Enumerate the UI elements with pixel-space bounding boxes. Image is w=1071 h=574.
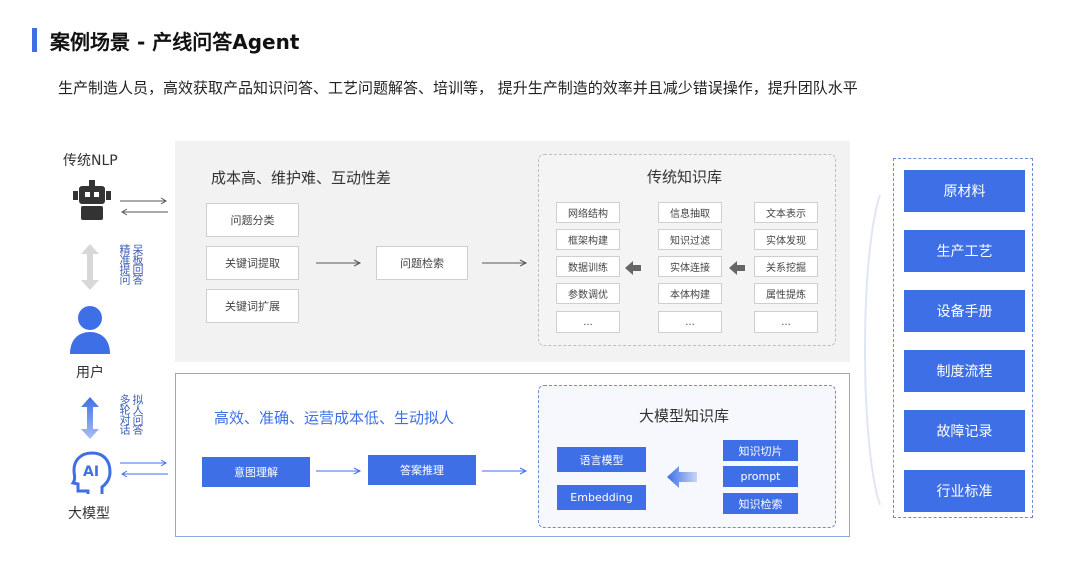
title-accent-bar (32, 28, 37, 52)
kb-item: 实体发现 (754, 229, 818, 250)
traditional-heading: 成本高、维护难、互动性差 (211, 169, 392, 187)
data-sources-panel (893, 158, 1033, 518)
lower-note-2: 多轮对话 (118, 394, 131, 434)
kb-item: 属性提炼 (754, 283, 818, 304)
source-fault-records: 故障记录 (904, 410, 1025, 452)
kb-item: 信息抽取 (658, 202, 722, 223)
kb-item: ... (658, 311, 722, 333)
knowledge-retrieval-box: 知识检索 (723, 493, 798, 514)
step-question-classify: 问题分类 (206, 203, 299, 237)
user-label: 用户 (76, 365, 104, 381)
source-policy-process: 制度流程 (904, 350, 1025, 392)
gray-double-arrow (81, 244, 99, 290)
step-keyword-extract: 关键词提取 (206, 246, 299, 280)
source-raw-materials: 原材料 (904, 170, 1025, 212)
robot-icon (73, 180, 111, 220)
step-keyword-expand: 关键词扩展 (206, 289, 299, 323)
source-production-process: 生产工艺 (904, 230, 1025, 272)
kb-item: ... (556, 311, 620, 333)
nlp-exchange-arrows (120, 197, 168, 216)
ai-label: 大模型 (68, 506, 110, 522)
language-model-box: 语言模型 (557, 447, 646, 472)
arrow-to-reasoning (316, 467, 362, 475)
llm-heading: 高效、准确、运营成本低、生动拟人 (214, 409, 455, 427)
kb-item: ... (754, 311, 818, 333)
arrow-to-traditional-kb (482, 259, 528, 267)
gray-left-arrow (625, 261, 641, 275)
upper-note-2: 精准提问 (118, 244, 131, 284)
blue-left-arrow (667, 466, 697, 488)
kb-item: 框架构建 (556, 229, 620, 250)
traditional-kb-title: 传统知识库 (647, 168, 723, 186)
kb-item: 数据训练 (556, 256, 620, 277)
kb-item: 实体连接 (658, 256, 722, 277)
kb-item: 关系挖掘 (754, 256, 818, 277)
prompt-box: prompt (723, 466, 798, 487)
kb-item: 参数调优 (556, 283, 620, 304)
source-equipment-manual: 设备手册 (904, 290, 1025, 332)
ai-exchange-arrows (120, 459, 168, 478)
user-icon (70, 306, 110, 354)
kb-item: 文本表示 (754, 202, 818, 223)
kb-item: 网络结构 (556, 202, 620, 223)
blue-double-arrow (81, 397, 99, 439)
upper-note-1: 呆板回答 (131, 244, 144, 284)
question-retrieval-box: 问题检索 (376, 246, 468, 280)
llm-kb-title: 大模型知识库 (639, 407, 730, 425)
knowledge-slice-box: 知识切片 (723, 440, 798, 461)
page-title: 案例场景 - 产线问答Agent (50, 30, 300, 54)
answer-reasoning-box: 答案推理 (368, 455, 476, 485)
bracket-connector (864, 194, 881, 506)
ai-icon-text: AI (83, 464, 100, 480)
intent-understanding-box: 意图理解 (202, 457, 310, 487)
kb-item: 本体构建 (658, 283, 722, 304)
lower-note-1: 拟人问答 (131, 394, 144, 434)
embedding-box: Embedding (557, 485, 646, 510)
nlp-label: 传统NLP (63, 153, 118, 169)
arrow-to-retrieval (316, 259, 362, 267)
gray-left-arrow (729, 261, 745, 275)
page-subtitle: 生产制造人员，高效获取产品知识问答、工艺问题解答、培训等， 提升生产制造的效率并… (58, 79, 858, 97)
arrow-to-llm-kb (482, 467, 528, 475)
source-industry-standards: 行业标准 (904, 470, 1025, 512)
kb-item: 知识过滤 (658, 229, 722, 250)
